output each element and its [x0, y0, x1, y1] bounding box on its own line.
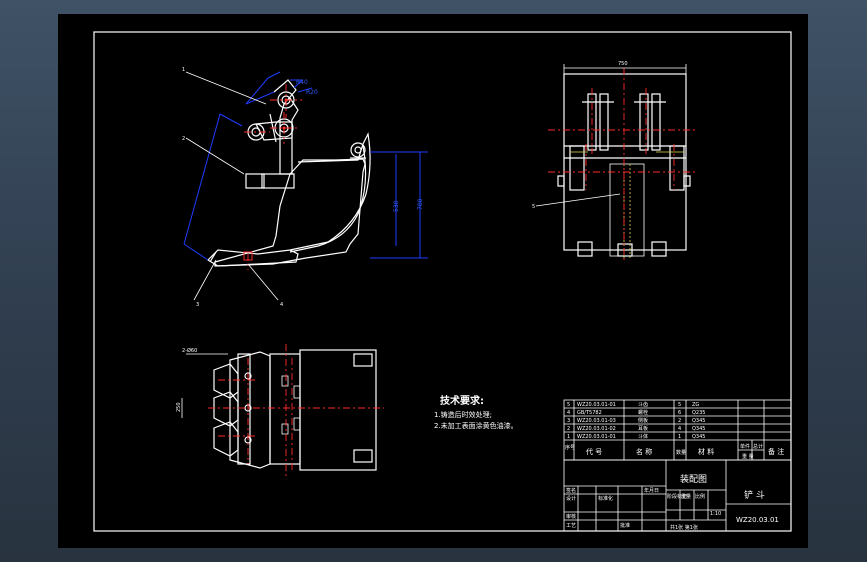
sheet-count: 共1张 第1张 [670, 524, 698, 531]
svg-text:Q345: Q345 [692, 434, 705, 440]
part-name: 铲 斗 [744, 489, 765, 501]
svg-text:工艺: 工艺 [566, 523, 576, 529]
svg-text:审核: 审核 [566, 513, 576, 520]
svg-text:4: 4 [678, 426, 681, 432]
svg-text:侧板: 侧板 [638, 417, 648, 424]
svg-text:比例: 比例 [695, 493, 705, 500]
dim-span: 250 [176, 402, 182, 412]
parts-list: 5 WZ20.03.01-01 斗齿 5 ZG 4 GB/T5782 螺栓 6 … [563, 399, 792, 461]
dim-h-inner: 530 [393, 200, 400, 212]
svg-text:单件: 单件 [740, 443, 750, 450]
svg-text:序号: 序号 [565, 444, 575, 451]
svg-text:耳板: 耳板 [638, 425, 648, 432]
tech-heading: 技术要求: [440, 394, 484, 407]
top-view: 2-Ø60 250 [176, 344, 384, 476]
svg-text:备 注: 备 注 [768, 447, 784, 456]
svg-text:GB/T5782: GB/T5782 [577, 410, 602, 416]
svg-text:重 量: 重 量 [742, 453, 754, 460]
svg-text:1: 1 [567, 434, 570, 440]
tech-requirements: 技术要求: 1.铸造后时效处理; 2.未加工表面涂黄色油漆。 [434, 394, 518, 430]
svg-text:总计: 总计 [753, 443, 763, 450]
svg-text:设计: 设计 [566, 495, 576, 502]
parts-row: 4 GB/T5782 螺栓 6 Q235 [567, 409, 705, 416]
parts-header: 序号 代 号 名 称 数量 材 料 单件 总计 重 量 备 注 [565, 443, 784, 460]
parts-row: 1 WZ20.03.01-01 斗体 1 Q345 [567, 433, 705, 440]
svg-text:材 料: 材 料 [698, 447, 714, 456]
svg-text:ZG: ZG [692, 402, 699, 408]
dim-h-outer: 700 [417, 198, 424, 210]
svg-text:2: 2 [567, 426, 570, 432]
svg-text:6: 6 [678, 410, 681, 416]
svg-text:4: 4 [567, 410, 570, 416]
callout-3: 3 [196, 302, 199, 308]
parts-row: 3 WZ20.03.01-03 侧板 2 Q345 [567, 417, 705, 424]
callout-4: 4 [280, 302, 283, 308]
svg-text:标准化: 标准化 [598, 495, 613, 502]
parts-row: 2 WZ20.03.01-02 耳板 4 Q345 [567, 425, 705, 432]
svg-text:1: 1 [678, 434, 681, 440]
tech-line-2: 2.未加工表面涂黄色油漆。 [434, 421, 518, 430]
svg-text:斗体: 斗体 [638, 433, 648, 440]
svg-text:数量: 数量 [676, 449, 686, 456]
title-block: 装配图 铲 斗 WZ20.03.01 1:10 共1张 第1张 阶段标记 重量 … [563, 459, 792, 532]
svg-text:Q345: Q345 [692, 418, 705, 424]
svg-text:螺栓: 螺栓 [638, 409, 648, 416]
svg-text:WZ20.03.01-01: WZ20.03.01-01 [577, 434, 616, 440]
dim-r40: R40 [296, 79, 308, 86]
drawing-sheet: R40 R20 530 700 1 2 3 4 750 5 2-Ø60 250 … [58, 14, 808, 548]
svg-text:WZ20.03.01-01: WZ20.03.01-01 [577, 402, 616, 408]
dim-hole: 2-Ø60 [182, 347, 197, 354]
svg-text:重量: 重量 [681, 493, 691, 500]
svg-text:批准: 批准 [620, 522, 630, 529]
dim-width-top: 750 [618, 61, 628, 67]
svg-text:签名: 签名 [566, 487, 576, 494]
scale: 1:10 [710, 511, 721, 517]
drawing-number: WZ20.03.01 [736, 516, 779, 524]
callout-1: 1 [182, 67, 185, 73]
svg-text:3: 3 [567, 418, 570, 424]
dim-r20: R20 [306, 89, 318, 96]
callout-5: 5 [532, 204, 535, 210]
drawing-type: 装配图 [680, 473, 707, 485]
svg-text:WZ20.03.01-02: WZ20.03.01-02 [577, 426, 616, 432]
svg-text:斗齿: 斗齿 [638, 402, 648, 408]
callout-2: 2 [182, 136, 185, 142]
cad-drawing-canvas: R40 R20 530 700 1 2 3 4 750 5 2-Ø60 250 … [93, 31, 792, 532]
svg-text:年月日: 年月日 [644, 487, 659, 494]
front-view: 750 5 [532, 61, 698, 262]
svg-text:Q235: Q235 [692, 410, 705, 416]
svg-text:5: 5 [567, 402, 570, 408]
side-view: R40 R20 530 700 1 2 3 4 [182, 67, 428, 308]
tech-line-1: 1.铸造后时效处理; [434, 410, 492, 419]
svg-text:2: 2 [678, 418, 681, 424]
svg-text:5: 5 [678, 402, 681, 408]
parts-row: 5 WZ20.03.01-01 斗齿 5 ZG [567, 402, 699, 408]
svg-text:Q345: Q345 [692, 426, 705, 432]
svg-text:WZ20.03.01-03: WZ20.03.01-03 [577, 418, 616, 424]
svg-text:名 称: 名 称 [636, 447, 652, 456]
svg-text:代 号: 代 号 [586, 447, 602, 456]
